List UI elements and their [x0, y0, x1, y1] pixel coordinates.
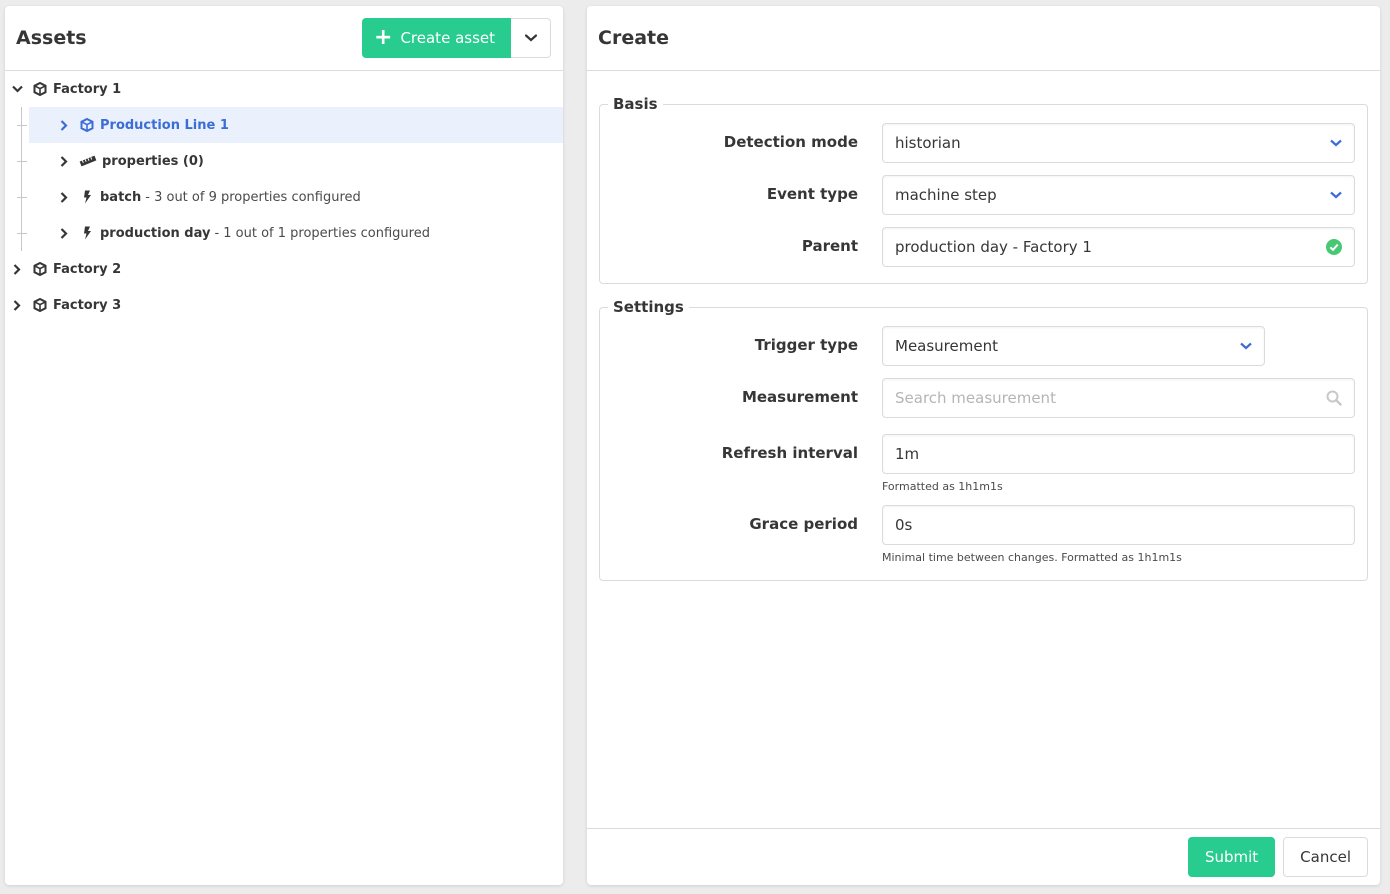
cancel-button[interactable]: Cancel	[1283, 837, 1368, 877]
create-form: Basis Detection mode historian Event typ…	[587, 71, 1380, 581]
tree-connector	[21, 107, 22, 251]
grace-period-row: Grace period 0s Minimal time between cha…	[600, 505, 1355, 564]
grace-period-label: Grace period	[749, 515, 858, 533]
chevron-down-icon[interactable]	[10, 82, 24, 96]
tree-connector	[17, 197, 27, 198]
event-type-row: Event type machine step	[600, 175, 1355, 215]
asset-tree: Factory 1 Production Line 1 properties (…	[5, 71, 563, 323]
tree-connector	[17, 125, 27, 126]
event-type-select[interactable]: machine step	[882, 175, 1355, 215]
chevron-right-icon[interactable]	[10, 298, 24, 312]
tree-item-label: Factory 1	[53, 81, 122, 97]
chevron-down-icon	[1330, 139, 1342, 147]
refresh-interval-input[interactable]: 1m	[882, 434, 1355, 474]
chevron-right-icon[interactable]	[57, 190, 71, 204]
parent-row: Parent production day - Factory 1	[600, 227, 1355, 267]
event-type-value: machine step	[895, 186, 997, 204]
tree-item-factory-2[interactable]: Factory 2	[5, 251, 563, 287]
plus-icon: +	[374, 25, 393, 50]
trigger-type-value: Measurement	[895, 337, 998, 355]
create-asset-group: + Create asset	[362, 18, 551, 58]
chevron-down-icon	[1330, 191, 1342, 199]
check-circle-icon	[1326, 239, 1342, 255]
tree-item-label: Factory 2	[53, 261, 122, 277]
tree-item-production-day[interactable]: production day - 1 out of 1 properties c…	[17, 215, 563, 251]
bolt-icon	[79, 189, 95, 205]
tree-item-label: production day	[100, 225, 211, 241]
grace-period-input[interactable]: 0s	[882, 505, 1355, 545]
measurement-label: Measurement	[741, 388, 858, 406]
tree-connector	[17, 233, 27, 234]
refresh-interval-label: Refresh interval	[721, 444, 858, 462]
tree-item-batch[interactable]: batch - 3 out of 9 properties configured	[17, 179, 563, 215]
create-asset-button[interactable]: + Create asset	[362, 18, 511, 58]
chevron-right-icon[interactable]	[57, 226, 71, 240]
tree-item-label: batch	[100, 189, 142, 205]
ruler-icon	[79, 153, 97, 169]
grace-period-value: 0s	[895, 516, 913, 534]
tree-item-factory-3[interactable]: Factory 3	[5, 287, 563, 323]
detection-mode-row: Detection mode historian	[600, 123, 1355, 163]
chevron-right-icon[interactable]	[57, 118, 71, 132]
trigger-type-row: Trigger type Measurement	[600, 326, 1355, 366]
create-footer: Submit Cancel	[587, 828, 1380, 885]
detection-mode-select[interactable]: historian	[882, 123, 1355, 163]
parent-value: production day - Factory 1	[895, 238, 1092, 256]
detection-mode-value: historian	[895, 134, 961, 152]
factory-1-children: Production Line 1 properties (0) batch -…	[5, 107, 563, 251]
refresh-interval-help: Formatted as 1h1m1s	[882, 480, 1003, 493]
tree-item-factory-1[interactable]: Factory 1	[5, 71, 563, 107]
assets-header: Assets + Create asset	[5, 6, 563, 71]
refresh-interval-row: Refresh interval 1m Formatted as 1h1m1s	[600, 434, 1355, 493]
create-asset-label: Create asset	[400, 29, 495, 47]
tree-item-label: properties (0)	[102, 153, 204, 169]
detection-mode-label: Detection mode	[723, 133, 858, 151]
settings-fieldset: Settings Trigger type Measurement Measur…	[599, 298, 1368, 581]
tree-item-properties[interactable]: properties (0)	[17, 143, 563, 179]
tree-connector	[17, 161, 27, 162]
chevron-down-icon	[524, 34, 537, 42]
basis-legend: Basis	[613, 95, 658, 113]
chevron-down-icon	[1240, 342, 1252, 350]
chevron-right-icon[interactable]	[10, 262, 24, 276]
submit-button[interactable]: Submit	[1187, 837, 1276, 877]
chevron-right-icon[interactable]	[57, 154, 71, 168]
tree-item-label: Production Line 1	[100, 117, 229, 133]
assets-title: Assets	[16, 27, 87, 49]
assets-panel: Assets + Create asset Factory 1 Producti…	[5, 6, 563, 885]
cube-icon	[32, 297, 48, 313]
create-panel: Create Basis Detection mode historian Ev…	[587, 6, 1380, 885]
parent-field[interactable]: production day - Factory 1	[882, 227, 1355, 267]
tree-item-label: Factory 3	[53, 297, 122, 313]
create-header: Create	[587, 6, 1380, 71]
parent-label: Parent	[801, 237, 858, 255]
settings-legend: Settings	[613, 298, 684, 316]
basis-fieldset: Basis Detection mode historian Event typ…	[599, 95, 1368, 284]
refresh-interval-value: 1m	[895, 445, 920, 463]
tree-item-production-line-1[interactable]: Production Line 1	[17, 107, 563, 143]
measurement-row: Measurement Search measurement	[600, 378, 1355, 418]
measurement-placeholder: Search measurement	[895, 389, 1056, 407]
search-icon	[1326, 390, 1342, 406]
event-type-label: Event type	[766, 185, 858, 203]
tree-item-description: - 1 out of 1 properties configured	[214, 225, 430, 241]
create-title: Create	[598, 27, 669, 49]
cube-icon	[79, 117, 95, 133]
measurement-search-input[interactable]: Search measurement	[882, 378, 1355, 418]
create-asset-dropdown-button[interactable]	[511, 18, 551, 58]
bolt-icon	[79, 225, 95, 241]
cube-icon	[32, 81, 48, 97]
tree-item-description: - 3 out of 9 properties configured	[145, 189, 361, 205]
trigger-type-select[interactable]: Measurement	[882, 326, 1265, 366]
grace-period-help: Minimal time between changes. Formatted …	[882, 551, 1182, 564]
trigger-type-label: Trigger type	[754, 336, 858, 354]
cube-icon	[32, 261, 48, 277]
